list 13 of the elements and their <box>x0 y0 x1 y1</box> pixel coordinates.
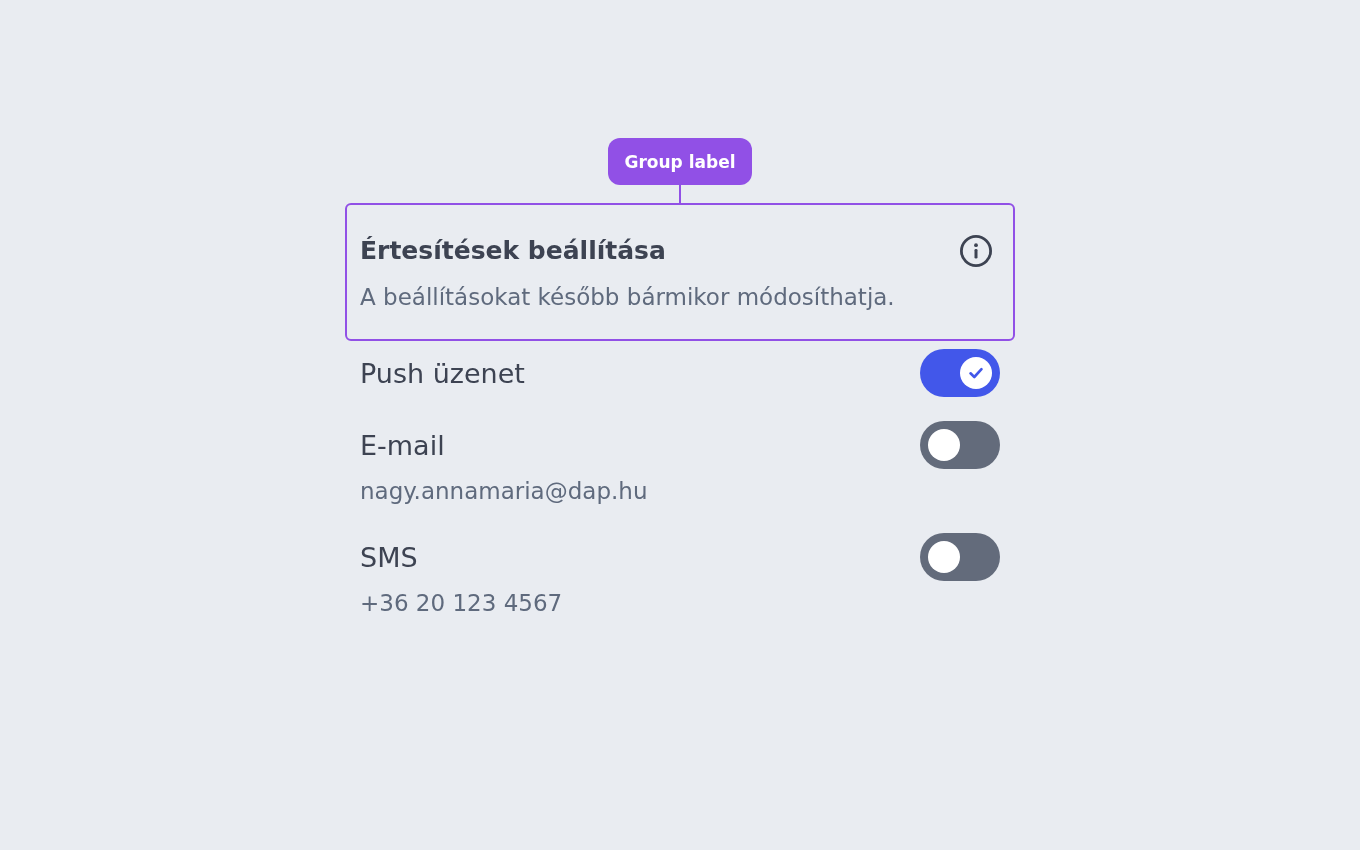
channel-label: SMS <box>360 541 418 573</box>
channel-label: E-mail <box>360 429 445 461</box>
channel-detail: +36 20 123 4567 <box>360 589 563 618</box>
check-icon <box>960 357 992 389</box>
annotation-tag: Group label <box>608 138 752 185</box>
toggle-switch[interactable] <box>920 349 1000 397</box>
channel-detail: nagy.annamaria@dap.hu <box>360 477 648 506</box>
channel-label: Push üzenet <box>360 357 525 389</box>
info-icon[interactable] <box>960 235 992 267</box>
group-description: A beállításokat később bármikor módosíthatja. <box>360 283 896 312</box>
toggle-switch[interactable] <box>920 533 1000 581</box>
toggle-switch[interactable] <box>920 421 1000 469</box>
group-title: Értesítések beállítása <box>360 235 666 267</box>
